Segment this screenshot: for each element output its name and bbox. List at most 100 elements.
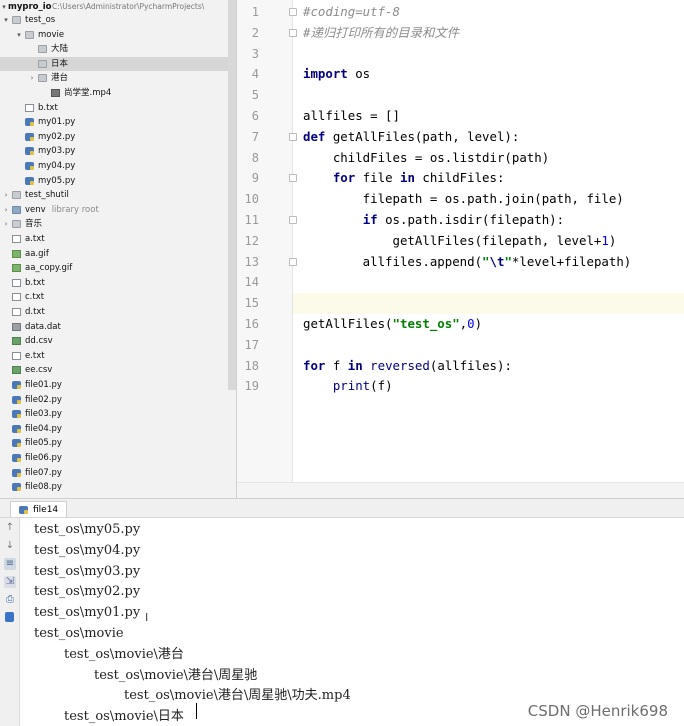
fold-marker-icon[interactable]	[289, 257, 297, 266]
line-number: 12	[244, 233, 259, 248]
fold-marker-icon[interactable]	[289, 8, 297, 16]
line-number: 11	[244, 213, 259, 227]
tree-item[interactable]: 日本	[0, 56, 236, 71]
tree-item[interactable]: file07.py	[0, 466, 236, 480]
line-number: 8	[251, 150, 259, 165]
code-line[interactable]: filepath = os.path.join(path, file)	[303, 189, 624, 209]
arrow-down-icon[interactable]: ↓	[4, 540, 16, 552]
output-line: test_os\movie\港台	[64, 646, 184, 662]
tree-item[interactable]: 大陆	[0, 42, 236, 56]
code-token: childFiles = os.listdir(path)	[303, 149, 550, 165]
code-token: #coding=utf-8	[303, 4, 400, 19]
tree-item[interactable]: my05.py	[0, 174, 236, 188]
code-editor[interactable]: 1 2 3 4 5 6 7 8 9 10 11 12 13 14 15 16 17 18 19 #coding=ut…	[236, 0, 684, 498]
run-tab-file14[interactable]: file14	[10, 501, 68, 517]
code-line[interactable]: print(f)	[303, 376, 393, 396]
trash-icon[interactable]	[5, 612, 14, 622]
tree-item[interactable]: e.txt	[0, 349, 236, 363]
tree-item[interactable]: b.txt	[0, 101, 236, 115]
code-line[interactable]: getAllFiles("test_os",0)	[303, 314, 482, 334]
tree-item-label: file08.py	[25, 482, 62, 493]
tree-item[interactable]: file02.py	[0, 393, 236, 407]
chevron-right-icon[interactable]: ›	[2, 203, 10, 217]
chevron-down-icon[interactable]: ▾	[2, 13, 10, 27]
tree-item[interactable]: file08.py	[0, 480, 236, 494]
tree-item[interactable]: aa.gif	[0, 247, 236, 261]
code-line[interactable]: #递归打印所有的目录和文件	[303, 23, 459, 43]
print-icon[interactable]: ⎙	[4, 594, 16, 606]
tree-item-label: file06.py	[25, 453, 62, 463]
line-number: 7	[251, 129, 259, 144]
tree-item[interactable]: c.txt	[0, 290, 236, 304]
tree-item[interactable]: file04.py	[0, 422, 236, 436]
arrow-up-icon[interactable]: ↑	[4, 522, 16, 534]
chevron-right-icon[interactable]: ›	[28, 71, 36, 85]
code-token: f	[325, 357, 348, 373]
tree-item[interactable]: my04.py	[0, 159, 236, 173]
fold-marker-icon[interactable]	[289, 132, 297, 141]
tree-item[interactable]: my01.py	[0, 115, 236, 129]
console-output[interactable]: test_os\my05.py test_os\my04.py test_os\my…	[20, 518, 684, 726]
soft-wrap-icon[interactable]: ≡	[4, 558, 16, 570]
code-token: #递归打印所有的目录和文件	[303, 24, 460, 40]
tree-item-label: my05.py	[38, 175, 76, 186]
tree-item[interactable]: › venv library root	[0, 203, 236, 217]
tree-item[interactable]: ▾ test_os	[0, 13, 236, 27]
tree-item[interactable]: my03.py	[0, 144, 236, 158]
code-line[interactable]: #coding=utf-8	[303, 2, 400, 22]
code-token: allfiles.append(	[303, 253, 483, 269]
tree-item[interactable]: d.txt	[0, 305, 236, 319]
line-number: 2	[251, 25, 259, 40]
py-file-icon	[12, 424, 21, 433]
tree-item-label: b.txt	[38, 102, 58, 113]
watermark: CSDN @Henrik698	[527, 702, 668, 720]
tree-item[interactable]: file01.py	[0, 378, 236, 392]
fold-marker-icon[interactable]	[289, 28, 297, 37]
line-number: 6	[251, 109, 259, 123]
tree-item[interactable]: › 港台	[0, 71, 236, 85]
tree-item[interactable]: › test_shutil	[0, 188, 236, 202]
tree-item[interactable]: a.txt	[0, 232, 236, 246]
chevron-down-icon[interactable]: ▾	[0, 0, 8, 14]
tree-item[interactable]: aa_copy.gif	[0, 261, 236, 275]
py-file-icon	[12, 439, 21, 448]
py-file-icon	[12, 410, 21, 419]
tree-item-label: b.txt	[25, 277, 45, 288]
tree-item[interactable]: file05.py	[0, 436, 236, 450]
fold-marker-icon[interactable]	[289, 174, 297, 183]
fold-marker-icon[interactable]	[289, 216, 297, 224]
tree-item[interactable]: 尚学堂.mp4	[0, 86, 236, 100]
scroll-to-end-icon[interactable]: ⇲	[4, 576, 16, 588]
code-token: 0	[467, 316, 475, 331]
line-number: 3	[251, 46, 259, 61]
tree-item[interactable]: file06.py	[0, 451, 236, 465]
code-line[interactable]: getAllFiles(filepath, level+1)	[303, 231, 617, 251]
code-line[interactable]: for f in reversed(allfiles):	[303, 356, 512, 376]
editor-horizontal-scrollbar[interactable]	[237, 482, 684, 498]
tree-item[interactable]: b.txt	[0, 276, 236, 290]
code-line[interactable]: import os	[303, 64, 370, 84]
tree-item[interactable]: data.dat	[0, 320, 236, 334]
run-tool-window-tabs: file14	[0, 498, 684, 518]
output-line: test_os\my05.py	[34, 522, 141, 537]
tree-scrollbar[interactable]	[228, 0, 236, 390]
chevron-down-icon[interactable]: ▾	[15, 28, 23, 42]
code-line[interactable]: for file in childFiles:	[303, 168, 505, 188]
tree-item[interactable]: my02.py	[0, 130, 236, 144]
py-file-icon	[12, 454, 21, 462]
code-line[interactable]: allfiles.append("\t"*level+filepath)	[303, 252, 632, 272]
chevron-right-icon[interactable]: ›	[2, 217, 10, 231]
tree-root[interactable]: ▾ mypro_io C:\Users\Administrator\Pychar…	[0, 0, 236, 14]
code-line[interactable]: if os.path.isdir(filepath):	[303, 210, 564, 230]
tree-item[interactable]: ee.csv	[0, 363, 236, 377]
chevron-right-icon[interactable]: ›	[2, 188, 10, 202]
tree-item[interactable]: › 音乐	[0, 217, 236, 231]
code-line[interactable]: allfiles = []	[303, 106, 400, 126]
tree-item[interactable]: file03.py	[0, 407, 236, 421]
code-token: \t	[489, 253, 505, 269]
code-line[interactable]: def getAllFiles(path, level):	[303, 127, 519, 147]
code-line[interactable]: childFiles = os.listdir(path)	[303, 148, 549, 168]
tree-item[interactable]: dd.csv	[0, 334, 236, 348]
tree-item[interactable]: ▾ movie	[0, 28, 236, 42]
